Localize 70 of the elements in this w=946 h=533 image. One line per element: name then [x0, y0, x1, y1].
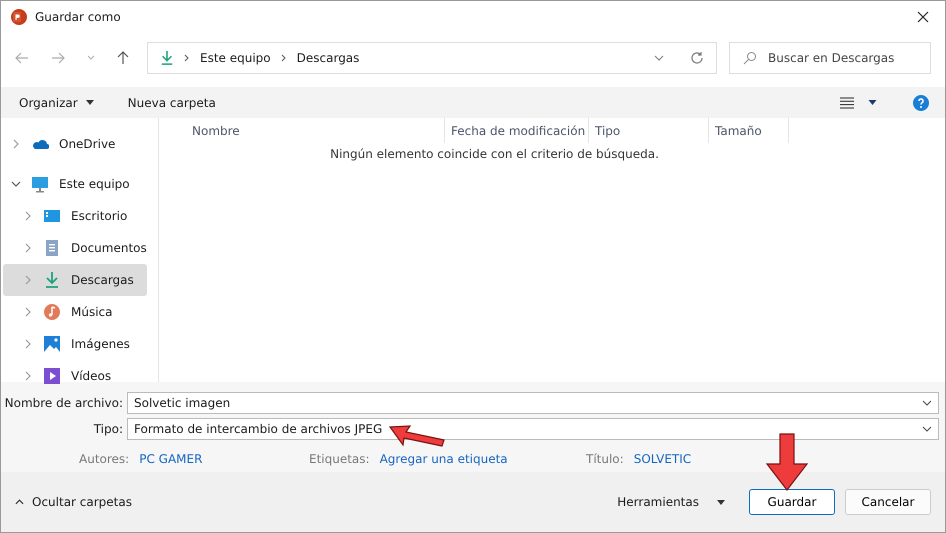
- caret-icon: [86, 100, 94, 105]
- column-header[interactable]: Tamaño: [709, 118, 789, 143]
- view-list-icon[interactable]: [840, 96, 854, 108]
- sidebar-item[interactable]: Imágenes: [3, 328, 147, 360]
- window-title: Guardar como: [35, 10, 121, 24]
- close-icon[interactable]: [917, 11, 929, 23]
- chevron-right-icon[interactable]: [23, 243, 33, 253]
- dropdown-icon[interactable]: [87, 55, 95, 61]
- search-field[interactable]: Buscar en Descargas: [729, 42, 931, 74]
- pictures-icon: [44, 336, 60, 352]
- metadata-label: Título:: [586, 452, 624, 466]
- metadata-value[interactable]: SOLVETIC: [634, 452, 692, 466]
- tools-menu[interactable]: Herramientas: [607, 491, 735, 513]
- chevron-down-icon[interactable]: [922, 400, 932, 406]
- file-name-field[interactable]: Solvetic imagen: [127, 392, 939, 414]
- metadata-value[interactable]: Agregar una etiqueta: [380, 452, 508, 466]
- forward-icon[interactable]: [51, 52, 65, 64]
- sidebar-item[interactable]: Vídeos: [3, 360, 147, 392]
- chevron-right-icon[interactable]: [11, 139, 21, 149]
- field-label: Nombre de archivo:: [4, 396, 123, 410]
- chevron-right-icon: [184, 54, 190, 62]
- chevron-right-icon[interactable]: [23, 371, 33, 381]
- save-button[interactable]: Guardar: [749, 489, 835, 515]
- app-icon: [11, 9, 27, 25]
- sidebar-item[interactable]: Este equipo: [3, 168, 147, 200]
- music-icon: [43, 303, 61, 321]
- column-header[interactable]: Fecha de modificación: [445, 118, 589, 143]
- metadata-value[interactable]: PC GAMER: [139, 452, 202, 466]
- file-type-dropdown[interactable]: Formato de intercambio de archivos JPEG: [127, 418, 939, 440]
- caret-icon[interactable]: [868, 100, 877, 105]
- column-header[interactable]: Tipo: [589, 118, 709, 143]
- chevron-right-icon: [280, 54, 287, 62]
- cloud-icon: [31, 138, 49, 150]
- sidebar-item[interactable]: Documentos: [3, 232, 147, 264]
- download-icon: [44, 271, 60, 289]
- back-icon[interactable]: [15, 52, 29, 64]
- search-icon: [743, 51, 757, 65]
- organize-menu[interactable]: Organizar: [9, 92, 104, 114]
- help-icon[interactable]: [913, 94, 929, 110]
- refresh-icon[interactable]: [690, 51, 704, 65]
- cancel-button[interactable]: Cancelar: [845, 489, 931, 515]
- column-header[interactable]: Nombre: [159, 118, 445, 143]
- chevron-down-icon[interactable]: [11, 179, 21, 189]
- chevron-up-icon: [15, 499, 24, 505]
- document-icon: [44, 239, 60, 257]
- caret-icon: [717, 500, 725, 504]
- sidebar-item[interactable]: Escritorio: [3, 200, 147, 232]
- chevron-right-icon[interactable]: [23, 307, 33, 317]
- sidebar-item[interactable]: Música: [3, 296, 147, 328]
- chevron-down-icon[interactable]: [654, 55, 664, 61]
- hide-folders-button[interactable]: Ocultar carpetas: [5, 491, 142, 513]
- breadcrumb-item[interactable]: Este equipo: [200, 51, 271, 65]
- empty-message: Ningún elemento coincide con el criterio de búsqueda.: [329, 147, 660, 161]
- chevron-right-icon[interactable]: [23, 211, 33, 221]
- chevron-right-icon[interactable]: [23, 339, 33, 349]
- sidebar-item[interactable]: OneDrive: [3, 128, 147, 160]
- up-icon[interactable]: [117, 51, 129, 65]
- sidebar-item[interactable]: Descargas: [3, 264, 147, 296]
- download-icon: [160, 50, 174, 66]
- new-folder-button[interactable]: Nueva carpeta: [118, 92, 226, 114]
- monitor-icon: [31, 175, 49, 193]
- arrow-icon: [389, 425, 445, 447]
- metadata-label: Etiquetas:: [309, 452, 370, 466]
- metadata-label: Autores:: [79, 452, 130, 466]
- chevron-down-icon[interactable]: [922, 426, 932, 432]
- address-bar[interactable]: Este equipo Descargas: [147, 42, 717, 74]
- field-label: Tipo:: [92, 422, 123, 436]
- arrow-icon: [765, 432, 809, 492]
- breadcrumb-item[interactable]: Descargas: [296, 51, 360, 65]
- desktop-icon: [43, 208, 61, 224]
